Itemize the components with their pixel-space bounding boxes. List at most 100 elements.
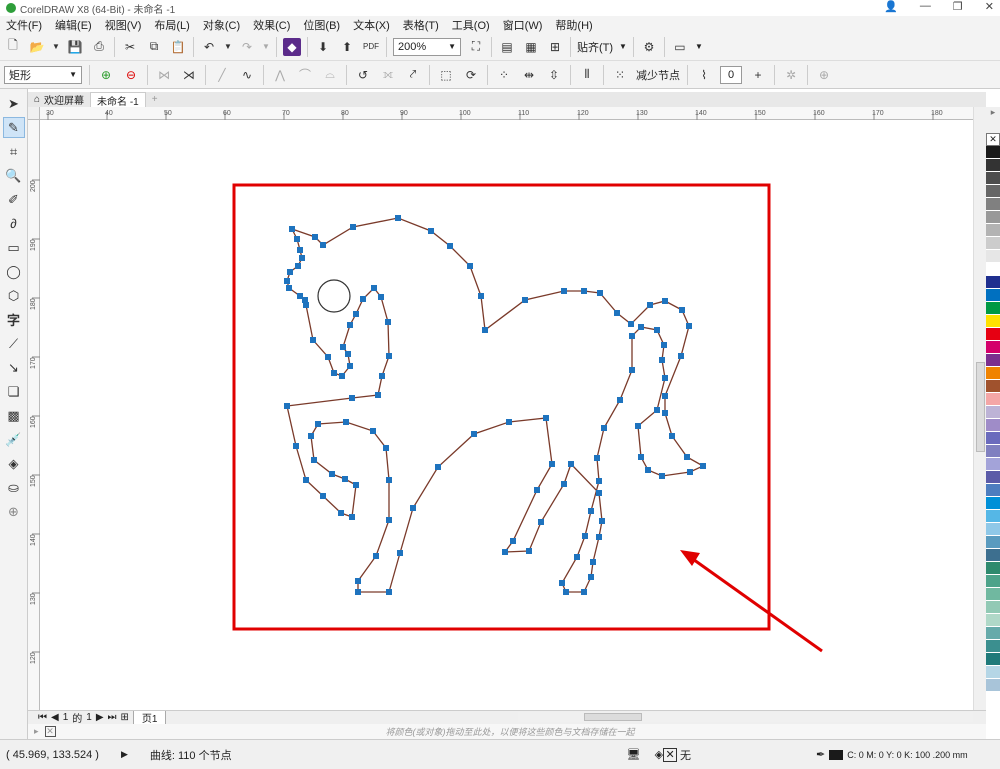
curve-node[interactable]: [311, 457, 317, 463]
palette-swatch[interactable]: [986, 523, 1000, 536]
new-document-icon[interactable]: 🗋: [4, 38, 22, 56]
palette-swatch[interactable]: [986, 640, 1000, 653]
curve-node[interactable]: [559, 580, 565, 586]
menu-edit[interactable]: 编辑(E): [55, 17, 92, 33]
chevron-down-icon[interactable]: ▼: [224, 38, 232, 56]
curve-node[interactable]: [662, 393, 668, 399]
curve-node[interactable]: [379, 373, 385, 379]
add-page-icon[interactable]: ⊞: [121, 712, 129, 723]
chevron-down-icon[interactable]: ▼: [262, 38, 270, 56]
curve-node[interactable]: [289, 226, 295, 232]
open-icon[interactable]: 📂: [28, 38, 46, 56]
snap-to-dropdown[interactable]: 贴齐(T): [577, 39, 613, 55]
curve-node[interactable]: [339, 373, 345, 379]
curve-node[interactable]: [669, 433, 675, 439]
plus-icon[interactable]: +: [749, 66, 767, 84]
curve-node[interactable]: [286, 285, 292, 291]
palette-swatch[interactable]: [986, 159, 1000, 172]
status-arrow-icon[interactable]: ▶: [121, 749, 128, 760]
curve-node[interactable]: [654, 327, 660, 333]
curve-smoothness-input[interactable]: 0: [720, 65, 742, 84]
palette-swatch[interactable]: [986, 601, 1000, 614]
reverse-direction-icon[interactable]: ↺: [354, 66, 372, 84]
drawing-canvas[interactable]: [40, 120, 973, 710]
curve-node[interactable]: [386, 477, 392, 483]
curve-node[interactable]: [662, 410, 668, 416]
palette-swatch[interactable]: [986, 458, 1000, 471]
curve-node[interactable]: [378, 294, 384, 300]
palette-swatch[interactable]: [986, 497, 1000, 510]
menu-tools[interactable]: 工具(O): [452, 17, 490, 33]
mirror-vertical-icon[interactable]: ⇳: [545, 66, 563, 84]
smart-fill-icon[interactable]: ⛀: [3, 477, 25, 498]
save-icon[interactable]: 💾: [66, 38, 84, 56]
curve-node[interactable]: [617, 397, 623, 403]
to-curve-icon[interactable]: ∿: [238, 66, 256, 84]
to-line-icon[interactable]: ╱: [213, 66, 231, 84]
cusp-node-icon[interactable]: ⋀: [271, 66, 289, 84]
curve-node[interactable]: [447, 243, 453, 249]
ellipse-tool-icon[interactable]: ◯: [3, 261, 25, 282]
menu-effects[interactable]: 效果(C): [253, 17, 290, 33]
curve-node[interactable]: [410, 505, 416, 511]
palette-swatch[interactable]: [986, 276, 1000, 289]
artistic-media-icon[interactable]: ∂: [3, 213, 25, 234]
curve-node[interactable]: [588, 508, 594, 514]
horizontal-scrollbar[interactable]: [518, 712, 973, 722]
palette-swatch[interactable]: [986, 302, 1000, 315]
curve-node[interactable]: [581, 589, 587, 595]
palette-swatch[interactable]: [986, 419, 1000, 432]
break-curve-icon[interactable]: ⋊: [180, 66, 198, 84]
zoom-tool-icon[interactable]: 🔍: [3, 165, 25, 186]
search-content-icon[interactable]: ◆: [283, 37, 301, 56]
curve-node[interactable]: [638, 454, 644, 460]
curve-node[interactable]: [347, 322, 353, 328]
palette-swatch[interactable]: [986, 289, 1000, 302]
curve-node[interactable]: [355, 578, 361, 584]
curve-node[interactable]: [534, 487, 540, 493]
curve-node[interactable]: [370, 428, 376, 434]
palette-swatch[interactable]: [986, 393, 1000, 406]
curve-node[interactable]: [510, 538, 516, 544]
user-icon[interactable]: 👤: [884, 0, 898, 13]
curve-node[interactable]: [347, 363, 353, 369]
curve-node[interactable]: [614, 310, 620, 316]
add-property-icon[interactable]: ⊕: [815, 66, 833, 84]
smooth-node-icon[interactable]: ⌒: [296, 66, 314, 84]
palette-swatch[interactable]: [986, 354, 1000, 367]
vertical-scrollbar[interactable]: [973, 107, 986, 710]
palette-swatch[interactable]: [986, 224, 1000, 237]
redo-icon[interactable]: ↷: [238, 38, 256, 56]
menu-bitmaps[interactable]: 位图(B): [303, 17, 340, 33]
curve-node[interactable]: [320, 493, 326, 499]
no-color-swatch[interactable]: ✕: [44, 726, 56, 737]
add-tab-button[interactable]: +: [146, 92, 164, 107]
minimize-button[interactable]: —: [920, 0, 931, 13]
curve-node[interactable]: [297, 247, 303, 253]
close-button[interactable]: ✕: [985, 0, 994, 13]
last-page-icon[interactable]: ⏭: [108, 712, 117, 723]
polygon-tool-icon[interactable]: ⬡: [3, 285, 25, 306]
publish-pdf-icon[interactable]: PDF: [362, 38, 380, 56]
curve-node[interactable]: [293, 443, 299, 449]
curve-node[interactable]: [638, 324, 644, 330]
palette-swatch[interactable]: [986, 549, 1000, 562]
curve-node[interactable]: [385, 319, 391, 325]
document-color-settings-icon[interactable]: 🖥: [627, 748, 641, 761]
vertical-scroll-thumb[interactable]: [976, 362, 985, 452]
curve-node[interactable]: [320, 242, 326, 248]
curve-node[interactable]: [661, 342, 667, 348]
curve-node[interactable]: [287, 269, 293, 275]
curve-node[interactable]: [284, 403, 290, 409]
curve-node[interactable]: [635, 423, 641, 429]
curve-node[interactable]: [596, 478, 602, 484]
palette-swatch[interactable]: [986, 211, 1000, 224]
curve-node[interactable]: [303, 302, 309, 308]
curve-node[interactable]: [647, 302, 653, 308]
curve-node[interactable]: [383, 445, 389, 451]
curve-node[interactable]: [662, 375, 668, 381]
palette-swatch[interactable]: [986, 406, 1000, 419]
curve-node[interactable]: [329, 471, 335, 477]
parallel-dimension-icon[interactable]: ⟋: [3, 333, 25, 354]
palette-swatch[interactable]: [986, 341, 1000, 354]
